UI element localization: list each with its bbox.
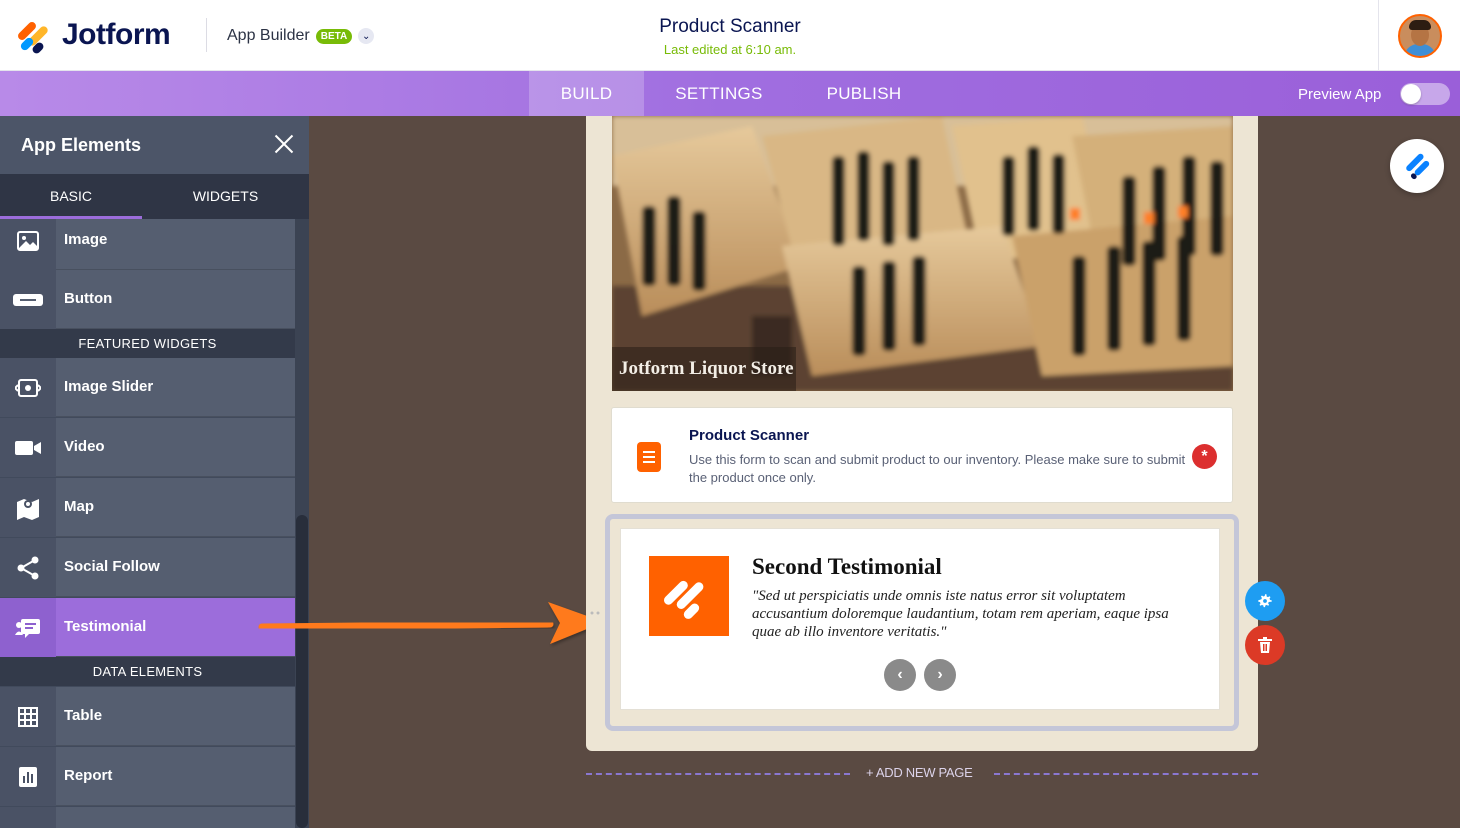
- tab-publish[interactable]: PUBLISH: [805, 71, 923, 116]
- element-report[interactable]: Report: [0, 747, 295, 806]
- app-title[interactable]: Product Scanner: [580, 16, 880, 38]
- testimonial-icon: [0, 598, 56, 657]
- image-icon: [0, 219, 56, 270]
- hero-image[interactable]: Jotform Liquor Store: [612, 116, 1233, 391]
- element-settings-button[interactable]: [1245, 581, 1285, 621]
- share-icon: [0, 538, 56, 597]
- chevron-down-icon[interactable]: ⌄: [358, 28, 375, 44]
- top-header: Jotform App Builder BETA ⌄ Product Scann…: [0, 0, 1460, 71]
- preview-toggle[interactable]: [1400, 83, 1450, 105]
- video-icon: [0, 418, 56, 477]
- app-builder-screen: Jotform App Builder BETA ⌄ Product Scann…: [0, 0, 1460, 828]
- beta-badge: BETA: [315, 28, 353, 44]
- required-asterisk-icon: *: [1192, 444, 1217, 469]
- product-name: App Builder: [227, 27, 310, 44]
- tab-basic[interactable]: BASIC: [0, 174, 142, 219]
- element-label: Map: [64, 498, 94, 515]
- header-divider-right: [1378, 0, 1379, 71]
- element-social-follow[interactable]: Social Follow: [0, 538, 295, 597]
- gear-icon: [1258, 594, 1272, 608]
- section-featured-widgets: FEATURED WIDGETS: [0, 329, 295, 358]
- element-testimonial[interactable]: Testimonial: [0, 598, 295, 657]
- map-icon: [0, 478, 56, 537]
- element-delete-button[interactable]: [1245, 625, 1285, 665]
- element-video[interactable]: Video: [0, 418, 295, 477]
- testimonial-title: Second Testimonial: [752, 554, 942, 579]
- element-map[interactable]: Map: [0, 478, 295, 537]
- element-label: Button: [64, 290, 113, 307]
- section-data-elements: DATA ELEMENTS: [0, 657, 295, 686]
- element-button[interactable]: Button: [0, 270, 295, 329]
- panel-scrollbar[interactable]: [295, 219, 309, 828]
- panel-header: App Elements: [0, 116, 309, 174]
- element-image[interactable]: Image: [0, 219, 295, 270]
- drag-handle-icon[interactable]: [590, 610, 602, 616]
- add-new-page[interactable]: + ADD NEW PAGE: [586, 765, 1258, 783]
- panel-title: App Elements: [21, 135, 142, 155]
- next-testimonial-button[interactable]: ›: [924, 659, 956, 691]
- element-label: Image Slider: [64, 378, 154, 395]
- element-label: Table: [64, 707, 103, 724]
- form-title: Product Scanner: [689, 427, 810, 444]
- preview-app-label: Preview App: [1298, 86, 1382, 103]
- testimonial-card: Second Testimonial "Sed ut perspiciatis …: [620, 528, 1220, 710]
- builder-nav: BUILD SETTINGS PUBLISH Preview App: [0, 71, 1460, 116]
- scrollbar-thumb[interactable]: [296, 515, 308, 828]
- close-icon[interactable]: [272, 132, 296, 156]
- element-label: Video: [64, 438, 105, 455]
- element-image-slider[interactable]: Image Slider: [0, 358, 295, 417]
- element-table[interactable]: Table: [0, 687, 295, 746]
- hero-caption: Jotform Liquor Store: [612, 347, 796, 391]
- testimonial-element-selected[interactable]: Second Testimonial "Sed ut perspiciatis …: [605, 514, 1239, 731]
- jotform-logo[interactable]: Jotform: [16, 18, 171, 56]
- report-icon: [0, 747, 56, 806]
- element-label: Image: [64, 231, 108, 248]
- jotform-assistant-button[interactable]: [1390, 139, 1444, 193]
- app-canvas: Jotform Liquor Store Product Scanner Use…: [586, 116, 1258, 751]
- jotform-logo-icon: [16, 18, 50, 56]
- element-label: Social Follow: [64, 558, 160, 575]
- app-elements-panel: App Elements BASIC WIDGETS Image Button …: [0, 116, 309, 828]
- form-icon: [637, 442, 661, 472]
- header-divider: [206, 18, 207, 52]
- tab-widgets[interactable]: WIDGETS: [142, 174, 309, 219]
- trash-icon: [1258, 637, 1272, 653]
- jotform-app-icon: [1406, 153, 1430, 180]
- element-label: Report: [64, 767, 113, 784]
- brand-name: Jotform: [62, 18, 171, 51]
- app-title-block: Product Scanner Last edited at 6:10 am.: [580, 16, 880, 57]
- element-more[interactable]: [0, 807, 295, 828]
- product-switcher[interactable]: App Builder BETA ⌄: [227, 27, 375, 45]
- panel-tabs: BASIC WIDGETS: [0, 174, 309, 219]
- table-icon: [0, 687, 56, 746]
- form-description: Use this form to scan and submit product…: [689, 452, 1186, 485]
- element-label: Testimonial: [64, 618, 147, 635]
- add-new-page-label[interactable]: + ADD NEW PAGE: [866, 765, 973, 780]
- tab-settings[interactable]: SETTINGS: [655, 71, 783, 116]
- elements-list: Image Button FEATURED WIDGETS Image Slid…: [0, 219, 295, 828]
- jotform-logo-tile: [649, 556, 729, 636]
- last-edited: Last edited at 6:10 am.: [663, 42, 797, 57]
- tab-build[interactable]: BUILD: [529, 71, 644, 116]
- image-slider-icon: [0, 358, 56, 417]
- testimonial-quote: "Sed ut perspiciatis unde omnis iste nat…: [752, 588, 1169, 640]
- drag-arrow-icon: [258, 602, 604, 644]
- form-element[interactable]: Product Scanner Use this form to scan an…: [611, 407, 1233, 503]
- button-icon: [0, 270, 56, 329]
- prev-testimonial-button[interactable]: ‹: [884, 659, 916, 691]
- avatar[interactable]: [1398, 14, 1442, 58]
